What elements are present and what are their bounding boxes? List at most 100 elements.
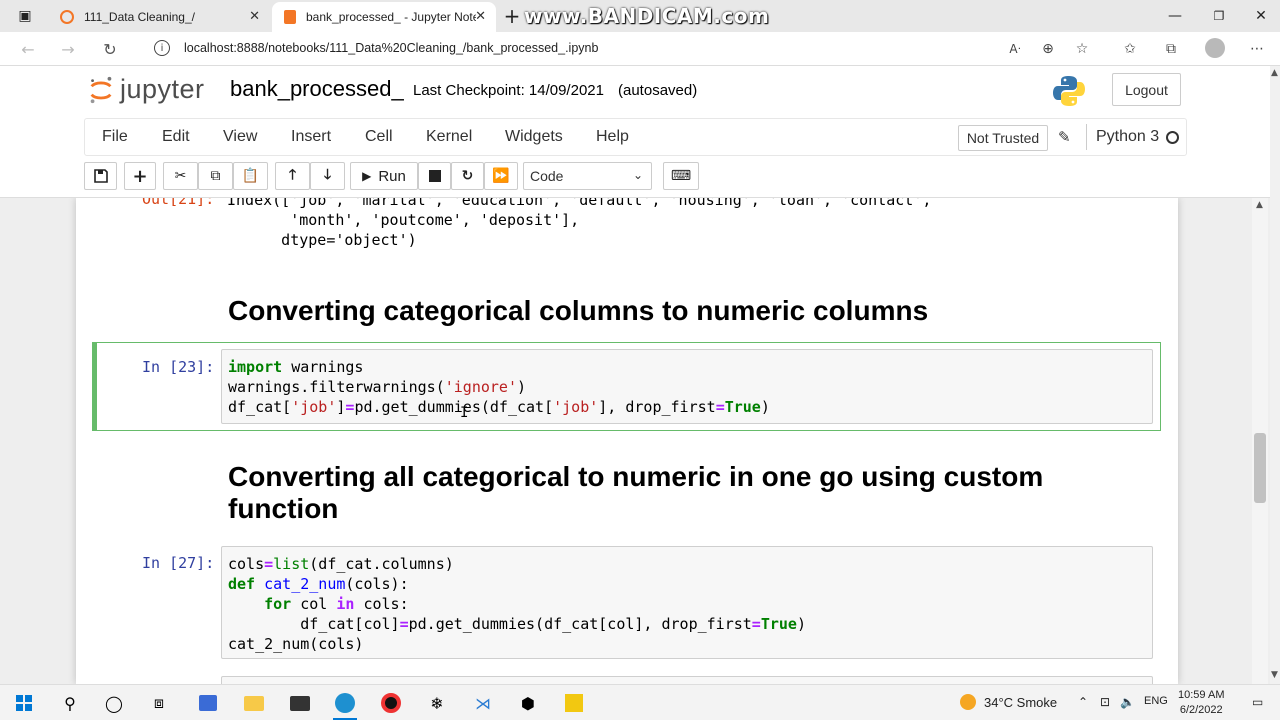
tab-title: 111_Data Cleaning_/ bbox=[84, 10, 195, 24]
menu-cell[interactable]: Cell bbox=[365, 128, 393, 146]
page-scrollbar[interactable]: ▲ ▼ bbox=[1270, 66, 1280, 684]
markdown-heading-1[interactable]: Converting categorical columns to numeri… bbox=[228, 295, 928, 327]
menu-edit[interactable]: Edit bbox=[162, 128, 190, 146]
move-up-icon[interactable]: 🡑 bbox=[275, 162, 310, 190]
menu-view[interactable]: View bbox=[223, 128, 257, 146]
scroll-up-icon[interactable]: ▲ bbox=[1256, 200, 1263, 210]
site-info-icon[interactable]: i bbox=[154, 40, 170, 56]
output-text: Index(['job', 'marital', 'education', 'd… bbox=[227, 198, 931, 250]
clock-time: 10:59 AM bbox=[1178, 689, 1225, 701]
menu-file[interactable]: File bbox=[102, 128, 128, 146]
language-indicator[interactable]: ENG bbox=[1144, 695, 1168, 707]
vscode-icon[interactable]: ⋊ bbox=[471, 691, 495, 715]
cortana-icon[interactable]: ◯ bbox=[102, 691, 126, 715]
profile-avatar[interactable] bbox=[1205, 38, 1225, 58]
minimize-icon[interactable]: — bbox=[1152, 0, 1198, 32]
browser-tab-bank-processed[interactable]: bank_processed_ - Jupyter Notel ✕ bbox=[272, 2, 496, 32]
favorites-icon[interactable]: ✩ bbox=[1119, 39, 1141, 59]
task-view-icon[interactable]: ⧈ bbox=[147, 691, 171, 715]
save-icon[interactable] bbox=[84, 162, 117, 190]
more-options-icon[interactable]: ⋯ bbox=[1246, 39, 1268, 59]
file-explorer-icon[interactable] bbox=[242, 691, 266, 715]
search-icon[interactable]: ⚲ bbox=[58, 691, 82, 715]
url-field[interactable]: localhost:8888/notebooks/111_Data%20Clea… bbox=[184, 41, 598, 55]
read-aloud-icon[interactable]: Aᐧ bbox=[1004, 39, 1026, 59]
kernel-status-indicator bbox=[1166, 131, 1179, 144]
menu-kernel[interactable]: Kernel bbox=[426, 128, 472, 146]
cut-icon[interactable]: ✂ bbox=[163, 162, 198, 190]
last-checkpoint: Last Checkpoint: 14/09/2021 bbox=[413, 82, 604, 99]
markdown-heading-2[interactable]: Converting all categorical to numeric in… bbox=[228, 461, 1158, 525]
add-favorite-icon[interactable]: ☆ bbox=[1071, 39, 1093, 59]
browser-tab-strip: ▣ 111_Data Cleaning_/ ✕ bank_processed_ … bbox=[0, 0, 1280, 32]
close-tab-icon[interactable]: ✕ bbox=[475, 9, 486, 24]
notebook-page: Out[21]: Index(['job', 'marital', 'educa… bbox=[76, 198, 1178, 684]
back-icon[interactable]: ← bbox=[16, 38, 40, 60]
power-bi-icon[interactable] bbox=[562, 691, 586, 715]
clock-date: 6/2/2022 bbox=[1179, 704, 1223, 716]
windows-start-icon[interactable] bbox=[12, 691, 36, 715]
not-trusted-button[interactable]: Not Trusted bbox=[958, 125, 1048, 151]
terminal-icon[interactable] bbox=[288, 691, 312, 715]
restore-icon[interactable]: ❐ bbox=[1196, 0, 1242, 32]
collections-icon[interactable]: ⧉ bbox=[1160, 39, 1182, 59]
input-prompt: In [23]: bbox=[142, 358, 215, 376]
zoom-icon[interactable]: ⊕ bbox=[1037, 39, 1059, 59]
pencil-icon[interactable]: ✎ bbox=[1058, 128, 1071, 146]
weather-widget[interactable]: 34°C Smoke bbox=[960, 694, 1057, 710]
code-editor[interactable]: import warnings warnings.filterwarnings(… bbox=[221, 349, 1153, 424]
output-line: 'month', 'poutcome', 'deposit'], bbox=[227, 211, 580, 229]
tab-actions-icon[interactable]: ▣ bbox=[2, 0, 48, 32]
3d-box-icon[interactable]: ⬢ bbox=[516, 691, 540, 715]
tray-chevron-icon[interactable]: ⌃ bbox=[1078, 695, 1088, 709]
menu-help[interactable]: Help bbox=[596, 128, 629, 146]
copy-icon[interactable]: ⧉ bbox=[198, 162, 233, 190]
add-cell-icon[interactable]: + bbox=[124, 162, 156, 190]
paste-icon[interactable]: 📋 bbox=[233, 162, 268, 190]
forward-icon[interactable]: → bbox=[56, 38, 80, 60]
app-icon[interactable] bbox=[196, 691, 220, 715]
notebook-name[interactable]: bank_processed_ bbox=[230, 76, 404, 102]
run-button[interactable]: ▶ Run bbox=[350, 162, 418, 190]
menubar: File Edit View Insert Cell Kernel Widget… bbox=[0, 118, 1270, 158]
chevron-down-icon: ⌄ bbox=[632, 168, 643, 182]
jupyter-logo-text: jupyter bbox=[120, 74, 205, 104]
output-line: dtype='object') bbox=[227, 231, 417, 249]
interrupt-icon[interactable] bbox=[418, 162, 451, 190]
notebook-favicon-icon bbox=[284, 10, 296, 24]
scrollbar-thumb[interactable] bbox=[1254, 433, 1266, 503]
menu-insert[interactable]: Insert bbox=[291, 128, 331, 146]
jupyter-header: jupyter bank_processed_ Last Checkpoint:… bbox=[0, 66, 1270, 118]
jupyter-ring-icon bbox=[90, 76, 112, 103]
run-label: Run bbox=[378, 167, 406, 185]
bandicam-watermark: www.BANDICAM.com bbox=[524, 4, 770, 28]
restart-icon[interactable]: ↻ bbox=[451, 162, 484, 190]
notifications-icon[interactable]: ▭ bbox=[1252, 695, 1263, 709]
move-down-icon[interactable]: 🡓 bbox=[310, 162, 345, 190]
snowflake-app-icon[interactable]: ❄ bbox=[425, 691, 449, 715]
weather-sun-icon bbox=[960, 694, 976, 710]
volume-icon[interactable]: 🔈 bbox=[1120, 695, 1135, 709]
scroll-up-icon[interactable]: ▲ bbox=[1271, 68, 1278, 78]
autosave-status: (autosaved) bbox=[618, 82, 698, 99]
network-tray-icon[interactable]: ⊡ bbox=[1100, 695, 1110, 709]
input-prompt: In [27]: bbox=[142, 554, 215, 572]
code-editor[interactable]: cols=list(df_cat.columns) def cat_2_num(… bbox=[221, 546, 1153, 659]
browser-tab-data-cleaning[interactable]: 111_Data Cleaning_/ ✕ bbox=[48, 2, 270, 32]
jupyter-logo[interactable]: jupyter bbox=[88, 74, 205, 105]
cell-type-select[interactable]: Code ⌄ bbox=[523, 162, 652, 190]
scroll-down-icon[interactable]: ▼ bbox=[1271, 670, 1278, 680]
next-code-editor[interactable] bbox=[221, 676, 1153, 684]
menu-widgets[interactable]: Widgets bbox=[505, 128, 563, 146]
close-window-icon[interactable]: ✕ bbox=[1238, 0, 1280, 32]
system-clock[interactable]: 10:59 AM 6/2/2022 bbox=[1178, 688, 1224, 718]
close-tab-icon[interactable]: ✕ bbox=[249, 9, 260, 24]
code-text: cols=list(df_cat.columns) def cat_2_num(… bbox=[228, 555, 806, 653]
refresh-icon[interactable]: ↻ bbox=[98, 38, 122, 60]
keyboard-icon[interactable]: ⌨ bbox=[663, 162, 699, 190]
bandicam-icon[interactable] bbox=[379, 691, 403, 715]
restart-run-all-icon[interactable]: ⏩ bbox=[484, 162, 518, 190]
address-bar-row: ← → ↻ i localhost:8888/notebooks/111_Dat… bbox=[0, 32, 1280, 66]
edge-browser-icon[interactable] bbox=[333, 691, 357, 715]
logout-button[interactable]: Logout bbox=[1112, 73, 1181, 106]
